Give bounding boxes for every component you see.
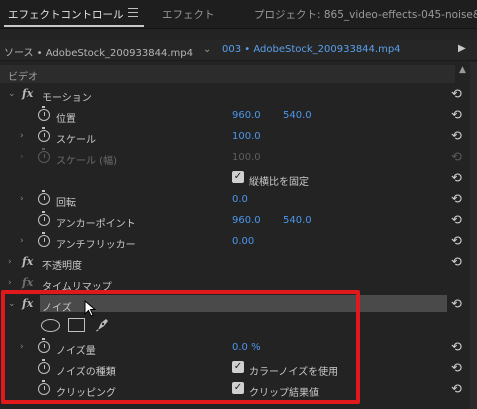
- tab-effects[interactable]: エフェクト: [162, 7, 215, 22]
- chevron-down-icon[interactable]: ⌄: [203, 44, 211, 55]
- anti-flicker-label: アンチフリッカー: [56, 240, 136, 251]
- scale-width-value: 100.0: [232, 152, 261, 163]
- scrollbar-track[interactable]: [470, 62, 477, 409]
- active-tab-indicator: [4, 25, 144, 27]
- rotation-row: › 回転 0.0 ⟲: [0, 189, 462, 210]
- uniform-scale-row: ✓ 縦横比を固定 ⟲: [0, 168, 462, 189]
- scale-value[interactable]: 100.0: [232, 131, 261, 142]
- scroll-up-icon[interactable]: ▲: [459, 65, 466, 75]
- reset-icon[interactable]: ⟲: [451, 235, 465, 249]
- reset-icon[interactable]: ⟲: [451, 383, 465, 397]
- video-section-header: ビデオ: [0, 65, 455, 83]
- reset-icon[interactable]: ⟲: [451, 130, 465, 144]
- stopwatch-icon[interactable]: [38, 190, 50, 205]
- reset-icon[interactable]: ⟲: [451, 172, 465, 186]
- anchor-point-row: アンカーポイント 960.0 540.0 ⟲: [0, 210, 462, 231]
- opacity-label: 不透明度: [42, 261, 82, 272]
- reset-icon[interactable]: ⟲: [451, 256, 465, 270]
- chevron-right-icon[interactable]: ›: [20, 194, 24, 204]
- stopwatch-icon[interactable]: [38, 232, 50, 247]
- chevron-right-icon[interactable]: ›: [8, 257, 12, 267]
- tab-project[interactable]: プロジェクト: 865_video-effects-045-noise&g: [254, 7, 477, 22]
- fx-toggle-icon[interactable]: fx: [22, 255, 33, 268]
- chevron-right-icon[interactable]: ›: [20, 131, 24, 141]
- fx-toggle-icon[interactable]: fx: [22, 87, 33, 100]
- scale-width-label: スケール (幅): [56, 156, 117, 167]
- reset-icon[interactable]: ⟲: [451, 341, 465, 355]
- scale-row: › スケール 100.0 ⟲: [0, 126, 462, 147]
- uniform-scale-label: 縦横比を固定: [249, 177, 309, 188]
- position-label: 位置: [56, 114, 76, 125]
- position-y-value[interactable]: 540.0: [283, 110, 312, 121]
- anchor-point-label: アンカーポイント: [56, 219, 136, 230]
- reset-icon[interactable]: ⟲: [451, 88, 465, 102]
- panel-tab-bar: エフェクトコントロール エフェクト プロジェクト: 865_video-effe…: [0, 0, 477, 29]
- anti-flicker-value[interactable]: 0.00: [232, 236, 254, 247]
- stopwatch-icon[interactable]: [38, 106, 50, 121]
- stopwatch-icon[interactable]: [38, 211, 50, 226]
- opacity-effect-row[interactable]: › fx 不透明度 ⟲: [0, 252, 462, 273]
- anti-flicker-row: › アンチフリッカー 0.00 ⟲: [0, 231, 462, 252]
- anchor-y-value[interactable]: 540.0: [283, 215, 312, 226]
- source-clip-label[interactable]: ソース • AdobeStock_200933844.mp4: [4, 44, 193, 59]
- chevron-right-icon[interactable]: ›: [8, 278, 12, 288]
- chevron-right-icon[interactable]: ›: [20, 236, 24, 246]
- chevron-down-icon[interactable]: ⌄: [8, 89, 16, 99]
- chevron-right-icon: ›: [20, 152, 24, 162]
- fx-toggle-icon: fx: [22, 276, 34, 289]
- scale-width-row: › スケール (幅) 100.0 ⟲: [0, 147, 462, 168]
- rotation-label: 回転: [56, 198, 76, 209]
- reset-icon: ⟲: [451, 150, 462, 165]
- tab-effect-controls[interactable]: エフェクトコントロール: [8, 7, 124, 22]
- video-section-label: ビデオ: [8, 72, 38, 83]
- sequence-clip-label[interactable]: 003 • AdobeStock_200933844.mp4: [222, 44, 401, 55]
- rotation-value[interactable]: 0.0: [232, 194, 248, 205]
- highlight-annotation-box: [1, 290, 360, 404]
- panel-menu-icon[interactable]: [128, 8, 138, 17]
- reset-icon[interactable]: ⟲: [451, 362, 465, 376]
- reset-icon[interactable]: ⟲: [451, 193, 465, 207]
- play-triangle-icon[interactable]: ▶: [458, 43, 466, 54]
- uniform-scale-checkbox[interactable]: ✓: [232, 171, 244, 183]
- source-sequence-bar: ソース • AdobeStock_200933844.mp4 ⌄ 003 • A…: [0, 40, 477, 61]
- reset-icon[interactable]: ⟲: [451, 214, 465, 228]
- position-x-value[interactable]: 960.0: [232, 110, 261, 121]
- position-row: 位置 960.0 540.0 ⟲: [0, 105, 462, 126]
- stopwatch-icon: [38, 148, 50, 163]
- reset-icon[interactable]: ⟲: [451, 109, 465, 123]
- scale-label: スケール: [56, 135, 96, 146]
- motion-label: モーション: [42, 93, 92, 104]
- motion-effect-row[interactable]: ⌄ fx モーション ⟲: [0, 84, 462, 105]
- reset-icon[interactable]: ⟲: [451, 298, 465, 312]
- stopwatch-icon[interactable]: [38, 127, 50, 142]
- anchor-x-value[interactable]: 960.0: [232, 215, 261, 226]
